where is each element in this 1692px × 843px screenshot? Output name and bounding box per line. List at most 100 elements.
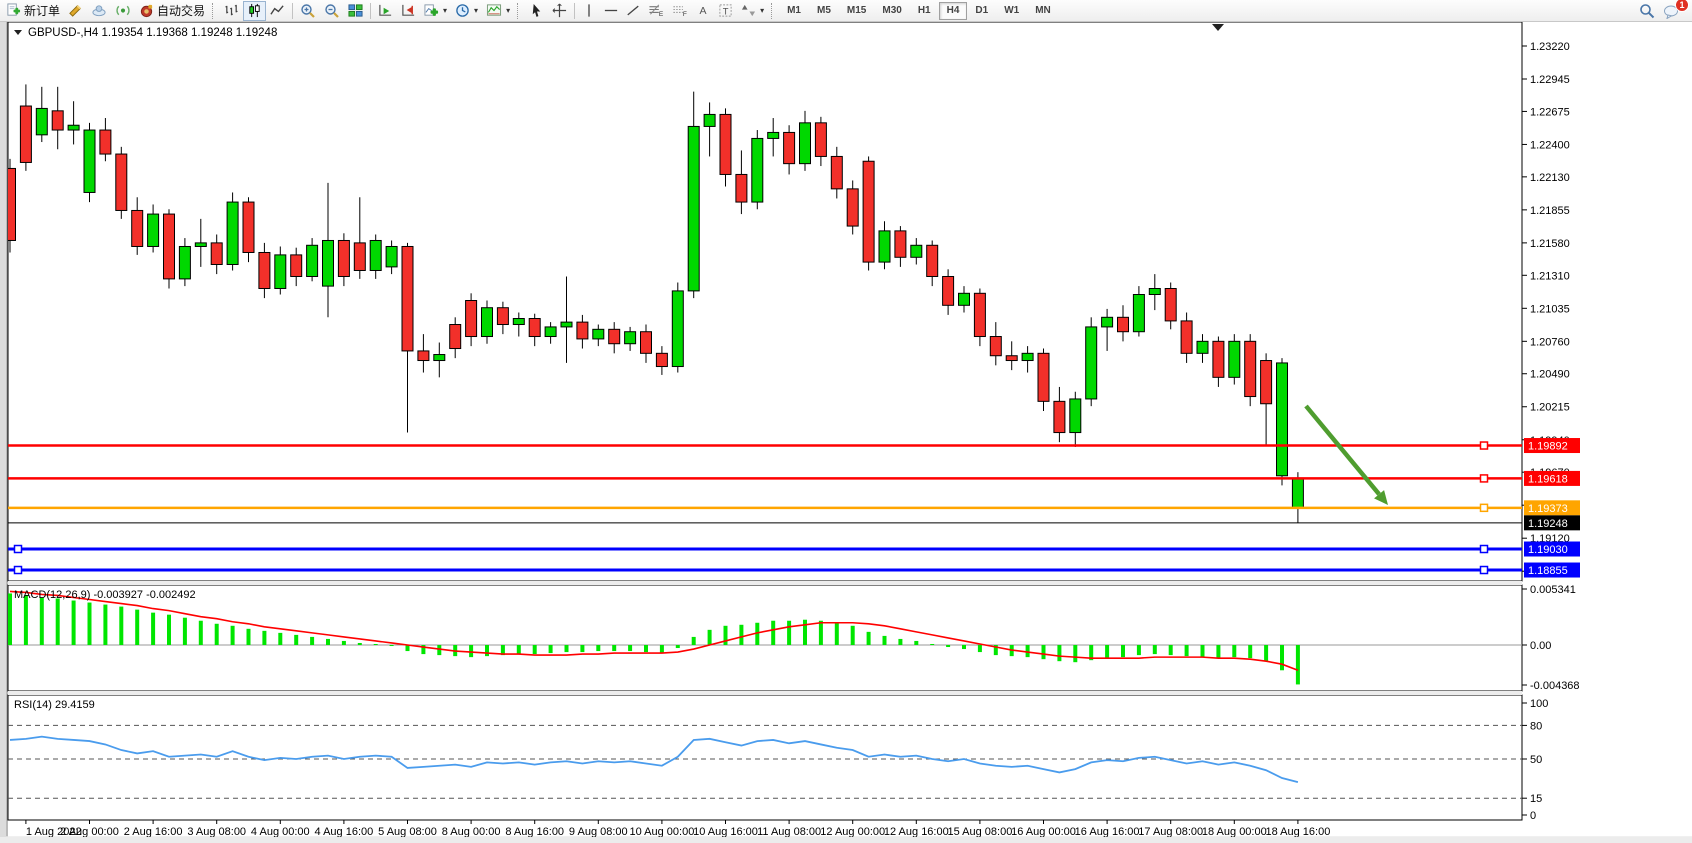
macd-bar bbox=[803, 620, 807, 645]
line-handle[interactable] bbox=[1481, 442, 1488, 449]
macd-panel[interactable] bbox=[8, 585, 1522, 691]
notifications-button[interactable]: 1 bbox=[1659, 1, 1684, 21]
timeframe-m15[interactable]: M15 bbox=[839, 2, 874, 20]
macd-bar bbox=[247, 629, 251, 645]
candle-bear bbox=[974, 293, 985, 336]
timeframe-w1[interactable]: W1 bbox=[996, 2, 1027, 20]
macd-bar bbox=[24, 595, 28, 645]
auto-scroll-button[interactable] bbox=[374, 1, 397, 21]
candle-bear bbox=[609, 329, 620, 343]
macd-bar bbox=[88, 603, 92, 645]
candle-bear bbox=[291, 255, 302, 277]
candle-bear bbox=[1118, 317, 1129, 331]
timeframe-m5[interactable]: M5 bbox=[809, 2, 839, 20]
price-flag-label: 1.19373 bbox=[1528, 503, 1568, 515]
tile-windows-icon bbox=[348, 3, 363, 18]
cloud-sync-icon bbox=[91, 3, 107, 18]
macd-bar bbox=[278, 633, 282, 645]
candle-bull bbox=[195, 243, 206, 247]
chevron-down-icon: ▾ bbox=[506, 6, 510, 15]
macd-bar bbox=[1105, 645, 1109, 658]
horizontal-line-button[interactable] bbox=[600, 1, 622, 21]
candle-bull bbox=[323, 240, 334, 286]
candle-bear bbox=[1261, 361, 1272, 404]
auto-trading-icon bbox=[139, 3, 154, 18]
candle-bear bbox=[466, 301, 477, 337]
bar-chart-button[interactable] bbox=[220, 1, 243, 21]
panel-splitter[interactable] bbox=[8, 691, 1522, 695]
zoom-out-icon bbox=[324, 3, 340, 19]
templates-button[interactable]: ▾ bbox=[482, 1, 514, 21]
metaeditor-button[interactable] bbox=[64, 1, 87, 21]
timeframe-h4[interactable]: H4 bbox=[939, 2, 968, 20]
vertical-line-button[interactable] bbox=[578, 1, 600, 21]
line-handle[interactable] bbox=[1481, 504, 1488, 511]
cursor-icon bbox=[529, 3, 544, 18]
macd-bar bbox=[914, 641, 918, 645]
time-tick-label: 16 Aug 16:00 bbox=[1075, 826, 1140, 838]
candle-bear bbox=[243, 202, 254, 252]
timeframe-h1[interactable]: H1 bbox=[910, 2, 939, 20]
signals-button[interactable] bbox=[111, 1, 135, 21]
timeframe-d1[interactable]: D1 bbox=[967, 2, 996, 20]
fibonacci-button[interactable]: E bbox=[644, 1, 668, 21]
zoom-out-button[interactable] bbox=[320, 1, 344, 21]
candlestick-chart-button[interactable] bbox=[243, 1, 266, 21]
channels-button[interactable]: F bbox=[668, 1, 692, 21]
line-handle[interactable] bbox=[15, 567, 22, 574]
candle-bull bbox=[386, 246, 397, 266]
panel-splitter[interactable] bbox=[8, 581, 1522, 585]
candlestick-chart-icon bbox=[247, 3, 262, 18]
auto-trading-label: 自动交易 bbox=[157, 2, 205, 19]
macd-bar bbox=[533, 645, 537, 654]
chart-canvas[interactable]: 1.232201.229451.226751.224001.221301.218… bbox=[0, 0, 1692, 843]
new-order-button[interactable]: 新订单 bbox=[2, 1, 64, 21]
timeframe-mn[interactable]: MN bbox=[1027, 2, 1059, 20]
arrows-icon bbox=[741, 3, 756, 18]
crosshair-button[interactable] bbox=[548, 1, 571, 21]
arrows-button[interactable]: ▾ bbox=[737, 1, 768, 21]
timeframe-m1[interactable]: M1 bbox=[779, 2, 809, 20]
line-handle[interactable] bbox=[1481, 546, 1488, 553]
chevron-down-icon: ▾ bbox=[760, 6, 764, 15]
price-tick-label: 1.20215 bbox=[1530, 402, 1570, 414]
candle-bear bbox=[927, 245, 938, 276]
macd-bar bbox=[1248, 645, 1252, 658]
zoom-in-button[interactable] bbox=[296, 1, 320, 21]
candle-bull bbox=[148, 214, 159, 246]
search-button[interactable] bbox=[1635, 1, 1659, 21]
line-handle[interactable] bbox=[1481, 475, 1488, 482]
indicators-button[interactable]: ▾ bbox=[420, 1, 451, 21]
timeframe-m30[interactable]: M30 bbox=[874, 2, 909, 20]
chart-shift-button[interactable] bbox=[397, 1, 420, 21]
label-button[interactable]: T bbox=[714, 1, 737, 21]
trendline-button[interactable] bbox=[622, 1, 644, 21]
candle-bear bbox=[338, 240, 349, 276]
new-order-icon bbox=[6, 3, 21, 18]
line-handle[interactable] bbox=[1481, 567, 1488, 574]
periods-button[interactable]: ▾ bbox=[451, 1, 482, 21]
price-tick-label: 1.21580 bbox=[1530, 238, 1570, 250]
price-flag-label: 1.19618 bbox=[1528, 473, 1568, 485]
cursor-button[interactable] bbox=[525, 1, 548, 21]
line-chart-button[interactable] bbox=[266, 1, 289, 21]
chart-shift-icon bbox=[401, 3, 416, 18]
candle-bull bbox=[561, 322, 572, 327]
candle-bull bbox=[370, 240, 381, 270]
text-button[interactable]: A bbox=[692, 1, 714, 21]
macd-bar bbox=[1057, 645, 1061, 661]
cloud-sync-button[interactable] bbox=[87, 1, 111, 21]
rsi-axis-label: 15 bbox=[1530, 793, 1542, 805]
tile-windows-button[interactable] bbox=[344, 1, 367, 21]
candle-bull bbox=[593, 329, 604, 339]
candle-bear bbox=[1054, 401, 1065, 432]
templates-icon bbox=[486, 3, 502, 18]
candle-bull bbox=[959, 293, 970, 305]
line-handle[interactable] bbox=[15, 546, 22, 553]
svg-text:A: A bbox=[700, 5, 707, 17]
candle-bear bbox=[52, 111, 63, 130]
rsi-panel[interactable] bbox=[8, 695, 1522, 820]
auto-trading-button[interactable]: 自动交易 bbox=[135, 1, 209, 21]
macd-bar bbox=[1121, 645, 1125, 657]
channels-icon: F bbox=[672, 3, 688, 18]
